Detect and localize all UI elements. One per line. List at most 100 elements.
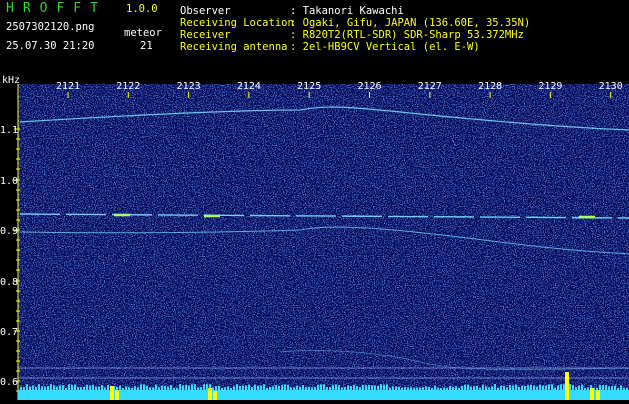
level-bar [323,384,325,390]
level-bar [326,387,328,390]
level-bar [188,385,190,390]
level-bar [341,387,343,390]
level-bar [620,385,622,390]
level-bar [302,385,304,390]
level-bar [572,385,574,390]
time-tick-label: 2130 [599,81,623,92]
level-bar [599,384,601,390]
level-bar [35,386,37,390]
level-bar [530,384,532,390]
level-bar [410,387,412,390]
level-bar [356,386,358,390]
level-bar [479,387,481,390]
level-bar [203,384,205,390]
freq-tick-label: 1.1 [0,125,18,136]
level-bar [134,386,136,390]
level-bar [179,384,181,390]
level-bar [269,386,271,390]
timestamp: 25.07.30 21:20 [6,40,95,52]
header-panel: HROFFT 1.0.0 2507302120.png meteor 25.07… [0,0,629,72]
level-bar [29,386,31,390]
level-bar [176,387,178,390]
level-bar [308,386,310,390]
observer-value: : Takanori Kawachi [290,5,404,17]
level-bar [614,385,616,390]
level-bar [89,385,91,390]
receiver-value: : R820T2(RTL-SDR) SDR-Sharp 53.372MHz [290,29,524,41]
level-bar [584,387,586,390]
level-burst [110,386,114,400]
level-bar [617,387,619,390]
level-bar [587,387,589,390]
time-tick-label: 2129 [538,81,562,92]
level-bar [452,386,454,390]
level-bar [221,387,223,390]
level-bar [215,386,217,390]
level-bar [371,385,373,390]
level-bar [569,384,571,390]
level-bar [56,386,58,390]
level-bar [242,385,244,390]
time-tick-label: 2124 [237,81,261,92]
level-bar [320,384,322,390]
app-version: 1.0.0 [126,3,158,15]
level-bar [230,387,232,390]
level-bar [380,384,382,390]
level-bar [374,385,376,390]
level-bar [488,387,490,390]
level-bar [119,385,121,390]
level-bar [152,387,154,390]
level-bar [65,387,67,390]
level-bar [506,387,508,390]
level-bar [92,384,94,390]
level-bar [158,387,160,390]
level-bar [101,385,103,390]
level-bar [611,386,613,390]
level-bar [245,385,247,390]
level-bar [383,385,385,390]
level-bar [344,386,346,390]
observer-label: Observer [180,5,231,17]
level-bar [449,385,451,390]
level-bar [395,386,397,390]
freq-tick-label: 0.6 [0,377,18,388]
level-bar [164,385,166,390]
level-bar [503,385,505,390]
level-bar [518,386,520,390]
level-bar [167,386,169,390]
level-bar [500,385,502,390]
level-bar [557,385,559,390]
time-tick-label: 2128 [478,81,502,92]
level-bar [149,387,151,390]
level-bar [467,384,469,390]
level-bar [422,387,424,390]
level-bar [521,385,523,390]
time-tick-label: 2123 [177,81,201,92]
level-bar [287,384,289,390]
level-bar [140,384,142,390]
level-bar [539,384,541,390]
level-bar [296,385,298,390]
level-bar [605,385,607,390]
level-bar [377,385,379,390]
level-bar [416,387,418,390]
level-bar [470,386,472,390]
level-bar [122,387,124,390]
level-bar [23,387,25,390]
level-bar [161,385,163,390]
level-bar [218,385,220,390]
level-bar [461,385,463,390]
time-tick-label: 2122 [116,81,140,92]
app-name: HROFFT [6,1,107,16]
freq-tick-label: 1.0 [0,176,18,187]
level-bar [53,385,55,390]
location-label: Receiving Location [180,17,294,29]
level-bar [41,386,43,390]
level-bar [170,384,172,390]
level-bar [125,386,127,390]
spectrogram-panel: kHz 1.1 1.0 0.9 0.8 0.7 0.6 2121 2122 2123 2124 212… [0,72,629,400]
level-bar [146,385,148,390]
level-bar [512,385,514,390]
level-bar [224,387,226,390]
level-burst [590,388,594,400]
